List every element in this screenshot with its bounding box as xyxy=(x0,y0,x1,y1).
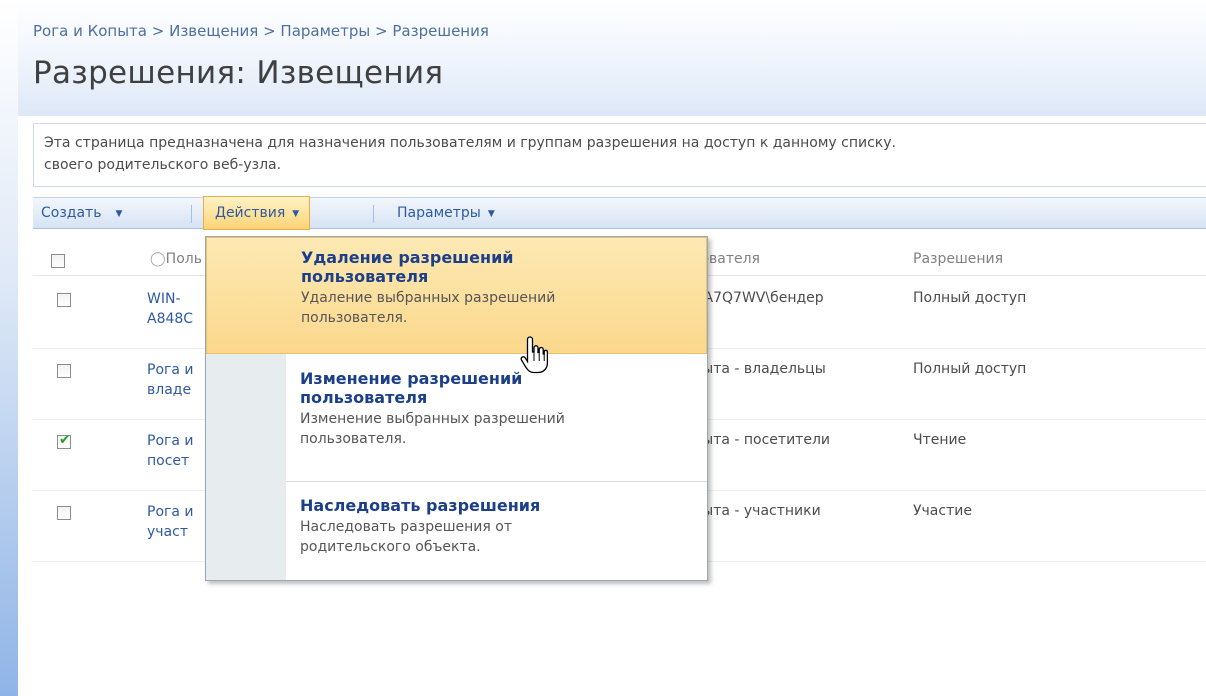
menu-separator xyxy=(286,481,707,482)
row-checkbox[interactable]: ✔ xyxy=(57,432,71,449)
menu-item-description: Наследовать разрешения от родительского о… xyxy=(300,519,512,555)
radio-icon: ◯ xyxy=(150,251,166,267)
menu-item-remove-permissions[interactable]: Удаление разрешений пользователя Удаление… xyxy=(206,237,707,354)
settings-label: Параметры xyxy=(397,205,481,221)
left-gradient-strip xyxy=(0,0,18,696)
column-header-name-label: Поль xyxy=(165,251,202,267)
actions-dropdown-menu: Удаление разрешений пользователя Удаление… xyxy=(205,236,708,581)
row-checkbox[interactable] xyxy=(57,364,71,378)
select-all-checkbox[interactable] xyxy=(51,254,65,268)
menu-item-description: Удаление выбранных разрешений пользовател… xyxy=(301,290,556,326)
actions-menu-button[interactable]: Действия ▼ xyxy=(203,196,310,230)
breadcrumb-item-settings[interactable]: Параметры xyxy=(280,22,370,40)
chevron-down-icon: ▼ xyxy=(292,209,300,219)
breadcrumb-separator: > xyxy=(370,22,393,40)
row-name-link[interactable]: WIN- A848C xyxy=(147,290,207,330)
chevron-down-icon: ▼ xyxy=(487,209,495,219)
breadcrumb-separator: > xyxy=(258,22,281,40)
toolbar-separator xyxy=(373,205,374,223)
row-permissions: Полный доступ xyxy=(913,361,1027,377)
hand-pointer-icon xyxy=(520,336,548,374)
row-permissions: Участие xyxy=(913,503,972,519)
create-label: Создать xyxy=(41,205,102,221)
menu-item-title: Изменение разрешений пользователя xyxy=(300,369,523,407)
breadcrumb-item-list[interactable]: Извещения xyxy=(169,22,258,40)
breadcrumb: Рога и Копыта > Извещения > Параметры > … xyxy=(33,22,489,40)
page-title: Разрешения: Извещения xyxy=(33,55,444,91)
menu-item-edit-permissions[interactable]: Изменение разрешений пользователя Изменен… xyxy=(206,363,707,475)
breadcrumb-item-site[interactable]: Рога и Копыта xyxy=(33,22,147,40)
breadcrumb-item-permissions: Разрешения xyxy=(392,22,489,40)
row-checkbox[interactable] xyxy=(57,506,71,520)
actions-label: Действия xyxy=(215,205,286,221)
row-user-type: DA7Q7WV\бендер xyxy=(693,290,824,306)
description-line-1: Эта страница предназначена для назначени… xyxy=(44,135,896,151)
toolbar-separator xyxy=(191,205,192,223)
menu-item-inherit-permissions[interactable]: Наследовать разрешения Наследовать разре… xyxy=(206,484,707,576)
create-menu-button[interactable]: Создать ▼ xyxy=(41,198,122,228)
checkmark-icon: ✔ xyxy=(59,432,71,448)
row-name-link[interactable]: Рога и владе xyxy=(147,361,207,401)
row-name-link[interactable]: Рога и посет xyxy=(147,432,207,472)
row-user-type: пыта - посетители xyxy=(693,432,830,448)
menu-item-title: Удаление разрешений пользователя xyxy=(301,248,514,286)
row-checkbox[interactable] xyxy=(57,293,71,307)
row-permissions: Полный доступ xyxy=(913,290,1027,306)
menu-item-description: Изменение выбранных разрешений пользовате… xyxy=(300,411,565,447)
settings-menu-button[interactable]: Параметры ▼ xyxy=(397,198,495,228)
column-header-name[interactable]: ◯Поль xyxy=(150,251,202,267)
row-user-type: пыта - участники xyxy=(693,503,821,519)
page-description: Эта страница предназначена для назначени… xyxy=(33,123,1206,187)
breadcrumb-separator: > xyxy=(147,22,170,40)
menu-item-title: Наследовать разрешения xyxy=(300,496,541,515)
column-header-permissions[interactable]: Разрешения xyxy=(913,251,1003,267)
description-line-2: своего родительского веб-узла. xyxy=(44,157,282,173)
row-user-type: пыта - владельцы xyxy=(693,361,826,377)
row-permissions: Чтение xyxy=(913,432,967,448)
toolbar: Создать ▼ Действия ▼ Параметры ▼ xyxy=(33,196,1206,230)
row-name-link[interactable]: Рога и участ xyxy=(147,503,207,543)
chevron-down-icon: ▼ xyxy=(115,209,123,219)
